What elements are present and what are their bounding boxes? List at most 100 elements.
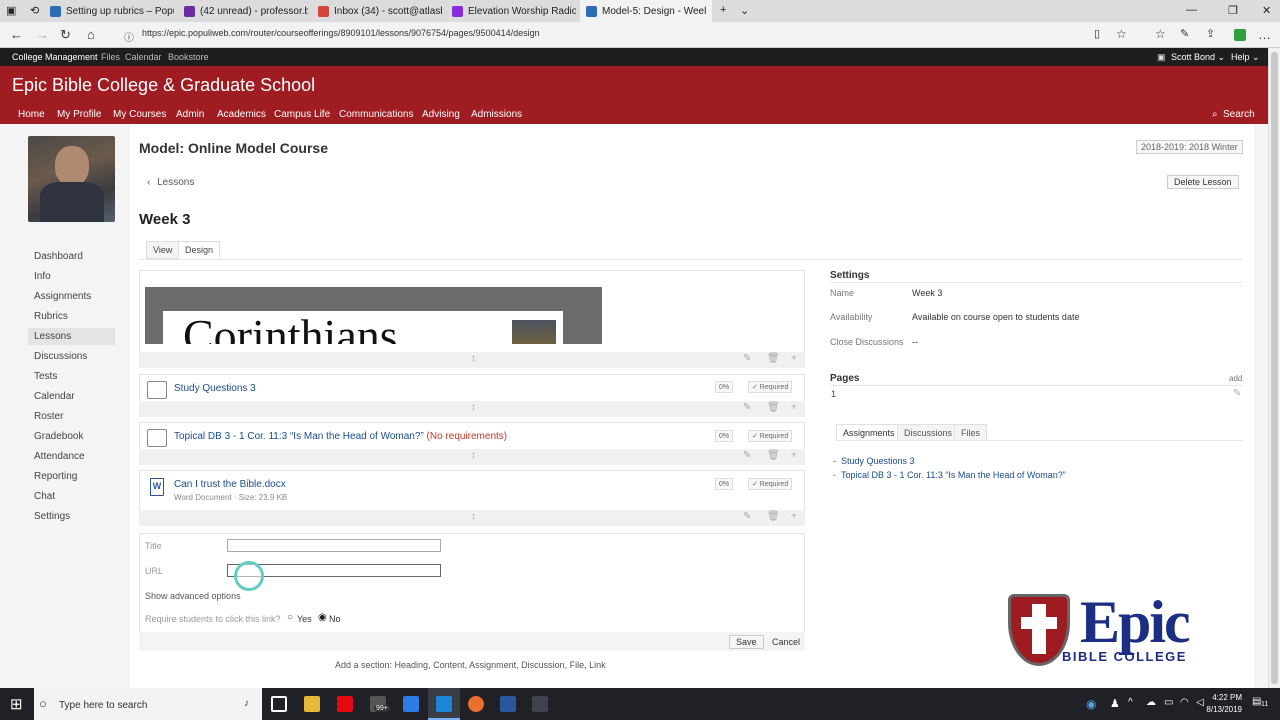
add-plus-icon[interactable]: + <box>791 511 797 522</box>
add-page-link[interactable]: add <box>1229 374 1242 383</box>
tab-discussions[interactable]: Discussions <box>897 424 960 441</box>
search-link[interactable]: Search <box>1223 109 1255 120</box>
move-handle-icon[interactable]: ↕ <box>471 511 476 522</box>
browser-tab[interactable]: (42 unread) - professor.bonc <box>178 0 308 22</box>
people-icon[interactable]: ♟ <box>1110 697 1120 710</box>
sidebar-item-calendar[interactable]: Calendar <box>34 391 75 402</box>
item-title-link[interactable]: Study Questions 3 <box>174 383 256 394</box>
cancel-button[interactable]: Cancel <box>772 637 800 647</box>
sidebar-item-lessons[interactable]: Lessons <box>34 331 71 342</box>
add-plus-icon[interactable]: + <box>791 450 797 461</box>
favorite-star-icon[interactable]: ☆ <box>1116 27 1127 41</box>
firefox-icon[interactable] <box>468 696 484 712</box>
nav-communications[interactable]: Communications <box>339 109 413 120</box>
sidebar-item-chat[interactable]: Chat <box>34 491 55 502</box>
sidebar-item-assignments[interactable]: Assignments <box>34 291 91 302</box>
browser-tab[interactable]: Setting up rubrics – Populi K <box>44 0 174 22</box>
delete-lesson-button[interactable]: Delete Lesson <box>1167 175 1239 189</box>
close-discussions-value[interactable]: -- <box>912 337 918 347</box>
home-icon[interactable]: ⌂ <box>87 27 95 42</box>
name-value[interactable]: Week 3 <box>912 288 942 298</box>
sidebar-item-gradebook[interactable]: Gradebook <box>34 431 83 442</box>
delete-trash-icon[interactable]: 🗑 <box>767 353 780 364</box>
nav-academics[interactable]: Academics <box>217 109 266 120</box>
share-icon[interactable]: ⇪ <box>1206 27 1215 40</box>
sidebar-item-settings[interactable]: Settings <box>34 511 70 522</box>
site-title[interactable]: Epic Bible College & Graduate School <box>12 75 315 96</box>
nav-my-courses[interactable]: My Courses <box>113 109 166 120</box>
calendar-link[interactable]: Calendar <box>125 52 162 62</box>
delete-trash-icon[interactable]: 🗑 <box>767 402 780 413</box>
radio-yes-icon[interactable]: ○ <box>287 612 293 623</box>
browser-tab-active[interactable]: Model-5: Design - Weel✕ <box>580 0 712 22</box>
reading-view-icon[interactable]: ▯ <box>1094 27 1100 40</box>
required-toggle[interactable]: ✓ Required <box>748 381 793 393</box>
app-icon[interactable] <box>532 696 548 712</box>
assignment-list-item[interactable]: Study Questions 3 <box>841 456 915 466</box>
add-plus-icon[interactable]: + <box>791 353 797 364</box>
save-button[interactable]: Save <box>729 635 764 649</box>
tab-assignments[interactable]: Assignments <box>836 424 902 441</box>
clock-time[interactable]: 4:22 PM <box>1206 693 1242 702</box>
nav-advising[interactable]: Advising <box>422 109 460 120</box>
sidebar-item-dashboard[interactable]: Dashboard <box>34 251 83 262</box>
show-hidden-icons-icon[interactable]: ^ <box>1128 697 1133 708</box>
forward-icon[interactable]: → <box>36 27 49 42</box>
back-tabs-icon[interactable]: ⟲ <box>30 4 39 17</box>
browser-tab[interactable]: Elevation Worship Radio – N <box>446 0 576 22</box>
tab-design[interactable]: Design <box>178 241 221 259</box>
sidebar-item-info[interactable]: Info <box>34 271 51 282</box>
maximize-icon[interactable]: ❐ <box>1228 4 1238 17</box>
close-window-icon[interactable]: ✕ <box>1262 4 1271 17</box>
edit-pencil-icon[interactable]: ✎ <box>743 511 751 522</box>
microphone-icon[interactable]: ♪ <box>244 698 249 709</box>
tab-actions-icon[interactable]: ▣ <box>6 4 16 17</box>
move-handle-icon[interactable]: ↕ <box>471 402 476 413</box>
required-toggle[interactable]: ✓ Required <box>748 478 793 490</box>
edit-pencil-icon[interactable]: ✎ <box>743 402 751 413</box>
help-menu[interactable]: Help ⌄ <box>1231 52 1260 63</box>
availability-value[interactable]: Available on course open to students dat… <box>912 312 1079 322</box>
edit-page-pencil-icon[interactable]: ✎ <box>1233 388 1241 399</box>
clock-date[interactable]: 8/13/2019 <box>1202 705 1242 714</box>
battery-icon[interactable]: ▭ <box>1164 697 1173 708</box>
edit-pencil-icon[interactable]: ✎ <box>743 353 751 364</box>
tab-list-icon[interactable]: ⌄ <box>740 4 749 17</box>
college-management-link[interactable]: College Management <box>12 52 98 62</box>
edit-pencil-icon[interactable]: ✎ <box>743 450 751 461</box>
file-title-link[interactable]: Can I trust the Bible.docx <box>174 479 286 490</box>
page-link[interactable]: 1 <box>831 389 836 399</box>
assignment-list-item[interactable]: Topical DB 3 - 1 Cor. 11:3 “Is Man the H… <box>841 470 1066 480</box>
add-section-links[interactable]: Add a section: Heading, Content, Assignm… <box>335 660 606 670</box>
title-input[interactable] <box>227 539 441 552</box>
sidebar-item-tests[interactable]: Tests <box>34 371 57 382</box>
tab-files[interactable]: Files <box>954 424 988 441</box>
nav-my-profile[interactable]: My Profile <box>57 109 101 120</box>
back-to-lessons-link[interactable]: ‹ Lessons <box>147 177 194 188</box>
radio-no-icon[interactable]: ◉ <box>318 612 327 623</box>
bookstore-link[interactable]: Bookstore <box>168 52 209 62</box>
user-menu[interactable]: Scott Bond ⌄ <box>1171 52 1225 63</box>
nav-admissions[interactable]: Admissions <box>471 109 522 120</box>
netflix-icon[interactable] <box>337 696 353 712</box>
move-handle-icon[interactable]: ↕ <box>471 353 476 364</box>
notes-icon[interactable]: ✎ <box>1180 27 1189 40</box>
item-title-link[interactable]: Topical DB 3 - 1 Cor. 11:3 “Is Man the H… <box>174 431 507 442</box>
show-advanced-options-link[interactable]: Show advanced options <box>145 591 241 601</box>
item-title-text[interactable]: Topical DB 3 - 1 Cor. 11:3 “Is Man the H… <box>174 431 424 442</box>
minimize-icon[interactable]: — <box>1186 4 1197 16</box>
scrollbar-thumb[interactable] <box>1271 52 1278 684</box>
sidebar-item-rubrics[interactable]: Rubrics <box>34 311 68 322</box>
word-icon[interactable] <box>500 696 516 712</box>
refresh-icon[interactable]: ↻ <box>60 27 71 43</box>
term-selector[interactable]: 2018-2019: 2018 Winter <box>1136 140 1243 154</box>
windows-start-icon[interactable]: ⊞ <box>10 695 23 713</box>
add-plus-icon[interactable]: + <box>791 402 797 413</box>
files-link[interactable]: Files <box>101 52 120 62</box>
nav-campus-life[interactable]: Campus Life <box>274 109 330 120</box>
more-icon[interactable]: … <box>1258 27 1271 42</box>
sidebar-item-attendance[interactable]: Attendance <box>34 451 85 462</box>
new-tab-icon[interactable]: + <box>720 4 726 16</box>
browser-tab[interactable]: Inbox (34) - scott@atlasbibl <box>312 0 442 22</box>
todo-icon[interactable] <box>403 696 419 712</box>
